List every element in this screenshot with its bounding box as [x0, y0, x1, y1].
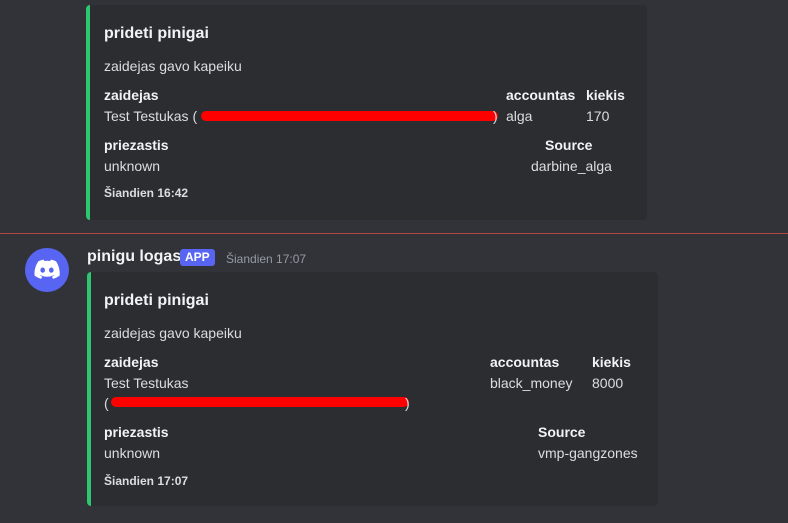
embed-title: prideti pinigai	[104, 292, 209, 309]
field-name-kiekis: kiekis	[592, 354, 631, 370]
embed-title: prideti pinigai	[104, 25, 209, 42]
field-name-zaidejas: zaidejas	[104, 354, 159, 370]
field-name-zaidejas: zaidejas	[104, 87, 159, 103]
embed-description: zaidejas gavo kapeiku	[104, 58, 242, 74]
discord-icon	[34, 259, 60, 279]
field-name-source: Source	[545, 137, 593, 153]
field-value-zaidejas-open: (	[104, 395, 109, 411]
app-badge: APP	[180, 249, 215, 266]
embed-footer-timestamp: Šiandien 16:42	[104, 186, 189, 200]
field-value-accountas: alga	[506, 108, 533, 124]
field-value-accountas: black_money	[490, 375, 573, 391]
username[interactable]: pinigu logas	[87, 248, 181, 266]
field-value-kiekis: 170	[586, 108, 610, 124]
field-value-zaidejas-close: )	[493, 108, 498, 124]
redaction-mark	[201, 111, 498, 121]
field-name-priezastis: priezastis	[104, 424, 169, 440]
field-value-zaidejas: Test Testukas	[104, 375, 189, 391]
field-value-priezastis: unknown	[104, 445, 161, 461]
field-name-accountas: accountas	[490, 354, 560, 370]
embed-card-2: prideti pinigai zaidejas gavo kapeiku za…	[87, 272, 658, 506]
field-value-zaidejas: Test Testukas (	[104, 108, 198, 124]
embed-card-1: prideti pinigai zaidejas gavo kapeiku za…	[86, 5, 647, 220]
field-value-kiekis: 8000	[592, 375, 624, 391]
new-messages-divider	[0, 233, 788, 234]
redaction-mark	[111, 397, 409, 407]
avatar[interactable]	[25, 248, 69, 292]
embed-description: zaidejas gavo kapeiku	[104, 325, 242, 341]
field-name-priezastis: priezastis	[104, 137, 169, 153]
chat-page: prideti pinigai zaidejas gavo kapeiku za…	[0, 0, 788, 523]
field-name-accountas: accountas	[506, 87, 576, 103]
field-name-kiekis: kiekis	[586, 87, 625, 103]
field-value-source: darbine_alga	[531, 158, 612, 174]
field-name-source: Source	[538, 424, 586, 440]
field-value-priezastis: unknown	[104, 158, 161, 174]
field-value-zaidejas-close: )	[405, 395, 410, 411]
message-timestamp[interactable]: Šiandien 17:07	[226, 252, 306, 266]
field-value-source: vmp-gangzones	[538, 445, 638, 461]
embed-footer-timestamp: Šiandien 17:07	[104, 474, 189, 488]
